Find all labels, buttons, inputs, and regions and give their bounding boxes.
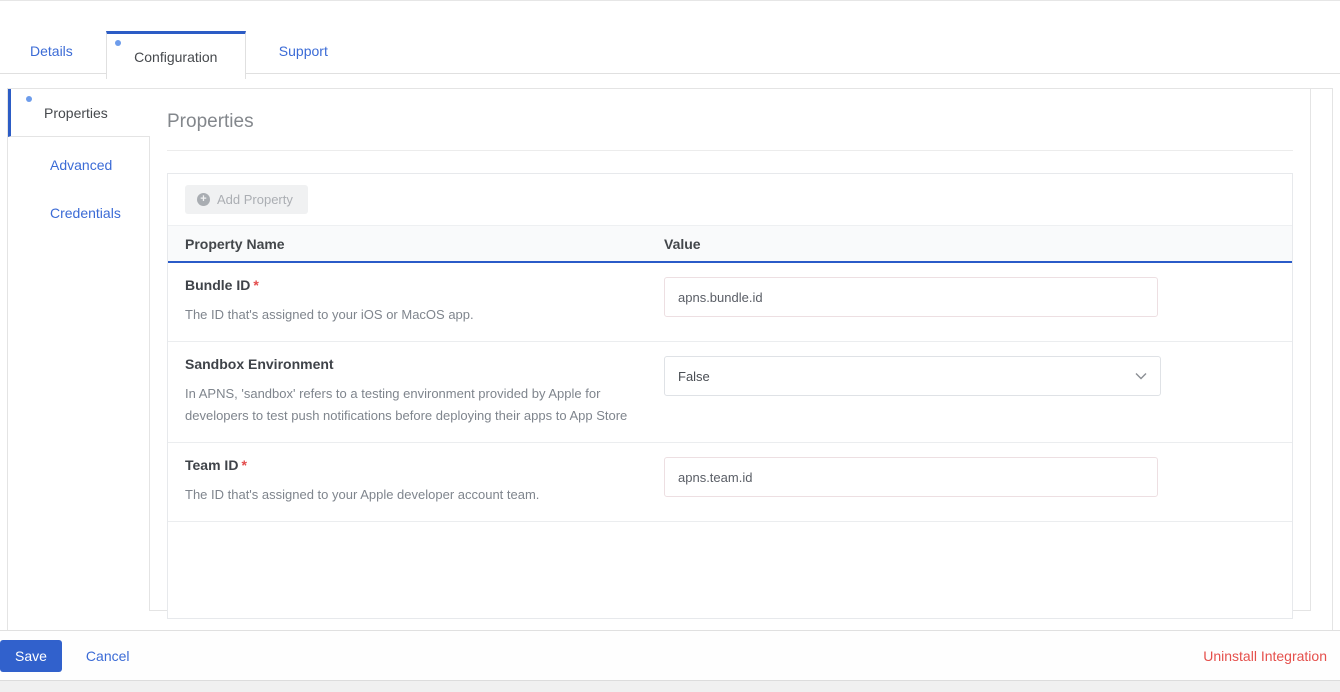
- status-dot-icon: [26, 96, 32, 102]
- properties-card: + Add Property Property Name Value Bundl…: [167, 173, 1293, 619]
- sidebar-item-properties-label: Properties: [44, 105, 108, 121]
- chevron-down-icon: [1135, 372, 1147, 380]
- table-row: Team ID* The ID that's assigned to your …: [168, 443, 1292, 522]
- property-name-text: Team ID: [185, 457, 238, 473]
- property-name: Team ID*: [185, 457, 664, 473]
- value-cell: [664, 277, 1292, 326]
- property-name-text: Bundle ID: [185, 277, 250, 293]
- property-name: Sandbox Environment: [185, 356, 664, 372]
- value-cell: False: [664, 356, 1292, 427]
- property-description: In APNS, 'sandbox' refers to a testing e…: [185, 383, 664, 427]
- tab-support[interactable]: Support: [279, 43, 328, 73]
- property-cell: Sandbox Environment In APNS, 'sandbox' r…: [168, 356, 664, 427]
- card-toolbar: + Add Property: [168, 174, 1292, 225]
- sidebar-item-credentials[interactable]: Credentials: [8, 193, 149, 233]
- property-description: The ID that's assigned to your iOS or Ma…: [185, 304, 664, 326]
- selected-option-label: False: [678, 369, 710, 384]
- sidebar-item-advanced[interactable]: Advanced: [8, 145, 149, 185]
- table-row: Sandbox Environment In APNS, 'sandbox' r…: [168, 342, 1292, 443]
- sidebar-item-properties[interactable]: Properties: [8, 89, 150, 137]
- add-property-button[interactable]: + Add Property: [185, 185, 308, 214]
- column-header-property-name: Property Name: [168, 236, 664, 252]
- action-bar: Save Cancel Uninstall Integration: [0, 630, 1340, 680]
- bottom-strip: [0, 680, 1340, 692]
- column-header-value: Value: [664, 236, 1292, 252]
- add-property-label: Add Property: [217, 192, 293, 207]
- settings-sidebar: Properties Advanced Credentials: [8, 89, 149, 630]
- tab-details[interactable]: Details: [30, 43, 73, 73]
- plus-circle-icon: +: [197, 193, 210, 206]
- cancel-button[interactable]: Cancel: [86, 648, 130, 664]
- sandbox-environment-select[interactable]: False: [664, 356, 1161, 396]
- table-header: Property Name Value: [168, 225, 1292, 263]
- tab-bar: Details Configuration Support: [0, 1, 1340, 74]
- property-cell: Team ID* The ID that's assigned to your …: [168, 457, 664, 506]
- tab-configuration-label: Configuration: [134, 49, 217, 65]
- configuration-panel: Properties Advanced Credentials Properti…: [7, 88, 1333, 630]
- save-button[interactable]: Save: [0, 640, 62, 672]
- table-row: Bundle ID* The ID that's assigned to you…: [168, 263, 1292, 342]
- team-id-input[interactable]: [664, 457, 1158, 497]
- bundle-id-input[interactable]: [664, 277, 1158, 317]
- tab-configuration[interactable]: Configuration: [106, 31, 246, 79]
- page-title: Properties: [167, 111, 1293, 133]
- property-name-text: Sandbox Environment: [185, 356, 334, 372]
- properties-content: Properties + Add Property Property Name …: [149, 89, 1311, 611]
- divider: [167, 150, 1293, 151]
- required-asterisk: *: [253, 277, 258, 293]
- property-cell: Bundle ID* The ID that's assigned to you…: [168, 277, 664, 326]
- required-asterisk: *: [241, 457, 246, 473]
- uninstall-integration-button[interactable]: Uninstall Integration: [1203, 648, 1327, 664]
- status-dot-icon: [115, 40, 121, 46]
- property-description: The ID that's assigned to your Apple dev…: [185, 484, 664, 506]
- value-cell: [664, 457, 1292, 506]
- property-name: Bundle ID*: [185, 277, 664, 293]
